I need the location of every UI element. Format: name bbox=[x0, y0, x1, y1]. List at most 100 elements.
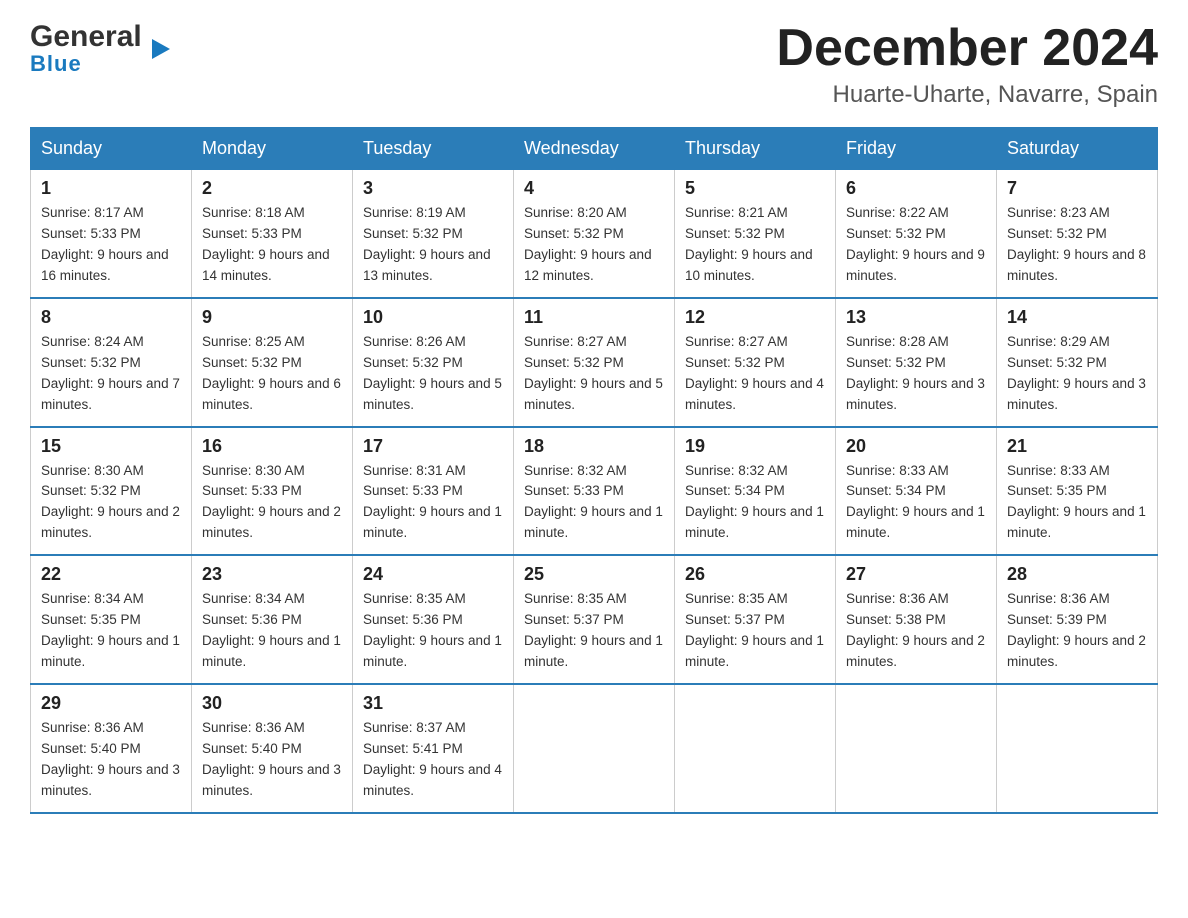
day-info: Sunrise: 8:36 AMSunset: 5:39 PMDaylight:… bbox=[1007, 589, 1147, 673]
day-info: Sunrise: 8:24 AMSunset: 5:32 PMDaylight:… bbox=[41, 332, 181, 416]
calendar-table: SundayMondayTuesdayWednesdayThursdayFrid… bbox=[30, 127, 1158, 813]
day-number: 31 bbox=[363, 693, 503, 714]
day-number: 21 bbox=[1007, 436, 1147, 457]
day-info: Sunrise: 8:32 AMSunset: 5:33 PMDaylight:… bbox=[524, 461, 664, 545]
day-number: 27 bbox=[846, 564, 986, 585]
weekday-header-thursday: Thursday bbox=[675, 128, 836, 170]
calendar-cell: 17 Sunrise: 8:31 AMSunset: 5:33 PMDaylig… bbox=[353, 427, 514, 556]
calendar-cell: 14 Sunrise: 8:29 AMSunset: 5:32 PMDaylig… bbox=[997, 298, 1158, 427]
day-number: 9 bbox=[202, 307, 342, 328]
day-info: Sunrise: 8:35 AMSunset: 5:37 PMDaylight:… bbox=[685, 589, 825, 673]
day-number: 17 bbox=[363, 436, 503, 457]
calendar-cell: 19 Sunrise: 8:32 AMSunset: 5:34 PMDaylig… bbox=[675, 427, 836, 556]
day-info: Sunrise: 8:36 AMSunset: 5:38 PMDaylight:… bbox=[846, 589, 986, 673]
calendar-cell: 10 Sunrise: 8:26 AMSunset: 5:32 PMDaylig… bbox=[353, 298, 514, 427]
title-area: December 2024 Huarte-Uharte, Navarre, Sp… bbox=[776, 20, 1158, 109]
day-number: 14 bbox=[1007, 307, 1147, 328]
day-number: 25 bbox=[524, 564, 664, 585]
day-number: 24 bbox=[363, 564, 503, 585]
calendar-week-row: 22 Sunrise: 8:34 AMSunset: 5:35 PMDaylig… bbox=[31, 555, 1158, 684]
day-info: Sunrise: 8:34 AMSunset: 5:35 PMDaylight:… bbox=[41, 589, 181, 673]
calendar-cell: 4 Sunrise: 8:20 AMSunset: 5:32 PMDayligh… bbox=[514, 170, 675, 298]
day-number: 8 bbox=[41, 307, 181, 328]
day-number: 6 bbox=[846, 178, 986, 199]
day-number: 26 bbox=[685, 564, 825, 585]
calendar-cell: 7 Sunrise: 8:23 AMSunset: 5:32 PMDayligh… bbox=[997, 170, 1158, 298]
day-info: Sunrise: 8:27 AMSunset: 5:32 PMDaylight:… bbox=[524, 332, 664, 416]
calendar-week-row: 1 Sunrise: 8:17 AMSunset: 5:33 PMDayligh… bbox=[31, 170, 1158, 298]
calendar-cell bbox=[675, 684, 836, 813]
day-number: 5 bbox=[685, 178, 825, 199]
day-info: Sunrise: 8:32 AMSunset: 5:34 PMDaylight:… bbox=[685, 461, 825, 545]
calendar-cell: 29 Sunrise: 8:36 AMSunset: 5:40 PMDaylig… bbox=[31, 684, 192, 813]
day-number: 1 bbox=[41, 178, 181, 199]
calendar-cell: 12 Sunrise: 8:27 AMSunset: 5:32 PMDaylig… bbox=[675, 298, 836, 427]
calendar-cell: 13 Sunrise: 8:28 AMSunset: 5:32 PMDaylig… bbox=[836, 298, 997, 427]
day-number: 16 bbox=[202, 436, 342, 457]
day-info: Sunrise: 8:28 AMSunset: 5:32 PMDaylight:… bbox=[846, 332, 986, 416]
logo-blue: Blue bbox=[30, 51, 82, 77]
calendar-title: December 2024 bbox=[776, 20, 1158, 77]
day-number: 28 bbox=[1007, 564, 1147, 585]
day-info: Sunrise: 8:27 AMSunset: 5:32 PMDaylight:… bbox=[685, 332, 825, 416]
weekday-header-sunday: Sunday bbox=[31, 128, 192, 170]
calendar-cell: 31 Sunrise: 8:37 AMSunset: 5:41 PMDaylig… bbox=[353, 684, 514, 813]
calendar-cell: 30 Sunrise: 8:36 AMSunset: 5:40 PMDaylig… bbox=[192, 684, 353, 813]
calendar-cell bbox=[997, 684, 1158, 813]
calendar-cell: 8 Sunrise: 8:24 AMSunset: 5:32 PMDayligh… bbox=[31, 298, 192, 427]
calendar-cell: 20 Sunrise: 8:33 AMSunset: 5:34 PMDaylig… bbox=[836, 427, 997, 556]
calendar-cell: 9 Sunrise: 8:25 AMSunset: 5:32 PMDayligh… bbox=[192, 298, 353, 427]
logo: General Blue bbox=[30, 20, 152, 77]
day-info: Sunrise: 8:36 AMSunset: 5:40 PMDaylight:… bbox=[41, 718, 181, 802]
weekday-header-monday: Monday bbox=[192, 128, 353, 170]
calendar-week-row: 29 Sunrise: 8:36 AMSunset: 5:40 PMDaylig… bbox=[31, 684, 1158, 813]
calendar-cell: 15 Sunrise: 8:30 AMSunset: 5:32 PMDaylig… bbox=[31, 427, 192, 556]
calendar-cell: 18 Sunrise: 8:32 AMSunset: 5:33 PMDaylig… bbox=[514, 427, 675, 556]
day-info: Sunrise: 8:29 AMSunset: 5:32 PMDaylight:… bbox=[1007, 332, 1147, 416]
day-info: Sunrise: 8:30 AMSunset: 5:32 PMDaylight:… bbox=[41, 461, 181, 545]
day-info: Sunrise: 8:37 AMSunset: 5:41 PMDaylight:… bbox=[363, 718, 503, 802]
day-number: 19 bbox=[685, 436, 825, 457]
weekday-header-saturday: Saturday bbox=[997, 128, 1158, 170]
day-number: 4 bbox=[524, 178, 664, 199]
day-number: 13 bbox=[846, 307, 986, 328]
calendar-cell: 26 Sunrise: 8:35 AMSunset: 5:37 PMDaylig… bbox=[675, 555, 836, 684]
calendar-cell: 28 Sunrise: 8:36 AMSunset: 5:39 PMDaylig… bbox=[997, 555, 1158, 684]
calendar-cell: 23 Sunrise: 8:34 AMSunset: 5:36 PMDaylig… bbox=[192, 555, 353, 684]
day-info: Sunrise: 8:20 AMSunset: 5:32 PMDaylight:… bbox=[524, 203, 664, 287]
day-info: Sunrise: 8:21 AMSunset: 5:32 PMDaylight:… bbox=[685, 203, 825, 287]
calendar-cell: 2 Sunrise: 8:18 AMSunset: 5:33 PMDayligh… bbox=[192, 170, 353, 298]
day-number: 3 bbox=[363, 178, 503, 199]
day-info: Sunrise: 8:33 AMSunset: 5:34 PMDaylight:… bbox=[846, 461, 986, 545]
calendar-week-row: 15 Sunrise: 8:30 AMSunset: 5:32 PMDaylig… bbox=[31, 427, 1158, 556]
day-number: 15 bbox=[41, 436, 181, 457]
calendar-cell: 1 Sunrise: 8:17 AMSunset: 5:33 PMDayligh… bbox=[31, 170, 192, 298]
day-info: Sunrise: 8:26 AMSunset: 5:32 PMDaylight:… bbox=[363, 332, 503, 416]
calendar-cell: 16 Sunrise: 8:30 AMSunset: 5:33 PMDaylig… bbox=[192, 427, 353, 556]
day-number: 7 bbox=[1007, 178, 1147, 199]
day-info: Sunrise: 8:35 AMSunset: 5:36 PMDaylight:… bbox=[363, 589, 503, 673]
day-info: Sunrise: 8:35 AMSunset: 5:37 PMDaylight:… bbox=[524, 589, 664, 673]
calendar-cell bbox=[514, 684, 675, 813]
day-info: Sunrise: 8:25 AMSunset: 5:32 PMDaylight:… bbox=[202, 332, 342, 416]
calendar-cell: 11 Sunrise: 8:27 AMSunset: 5:32 PMDaylig… bbox=[514, 298, 675, 427]
calendar-cell: 21 Sunrise: 8:33 AMSunset: 5:35 PMDaylig… bbox=[997, 427, 1158, 556]
day-info: Sunrise: 8:36 AMSunset: 5:40 PMDaylight:… bbox=[202, 718, 342, 802]
day-number: 11 bbox=[524, 307, 664, 328]
day-number: 29 bbox=[41, 693, 181, 714]
day-info: Sunrise: 8:19 AMSunset: 5:32 PMDaylight:… bbox=[363, 203, 503, 287]
calendar-cell: 27 Sunrise: 8:36 AMSunset: 5:38 PMDaylig… bbox=[836, 555, 997, 684]
logo-general: General bbox=[30, 20, 142, 53]
day-info: Sunrise: 8:33 AMSunset: 5:35 PMDaylight:… bbox=[1007, 461, 1147, 545]
day-number: 10 bbox=[363, 307, 503, 328]
day-info: Sunrise: 8:30 AMSunset: 5:33 PMDaylight:… bbox=[202, 461, 342, 545]
calendar-week-row: 8 Sunrise: 8:24 AMSunset: 5:32 PMDayligh… bbox=[31, 298, 1158, 427]
day-number: 18 bbox=[524, 436, 664, 457]
day-number: 30 bbox=[202, 693, 342, 714]
calendar-cell: 25 Sunrise: 8:35 AMSunset: 5:37 PMDaylig… bbox=[514, 555, 675, 684]
weekday-header-wednesday: Wednesday bbox=[514, 128, 675, 170]
day-number: 23 bbox=[202, 564, 342, 585]
day-info: Sunrise: 8:23 AMSunset: 5:32 PMDaylight:… bbox=[1007, 203, 1147, 287]
calendar-cell: 5 Sunrise: 8:21 AMSunset: 5:32 PMDayligh… bbox=[675, 170, 836, 298]
day-info: Sunrise: 8:17 AMSunset: 5:33 PMDaylight:… bbox=[41, 203, 181, 287]
